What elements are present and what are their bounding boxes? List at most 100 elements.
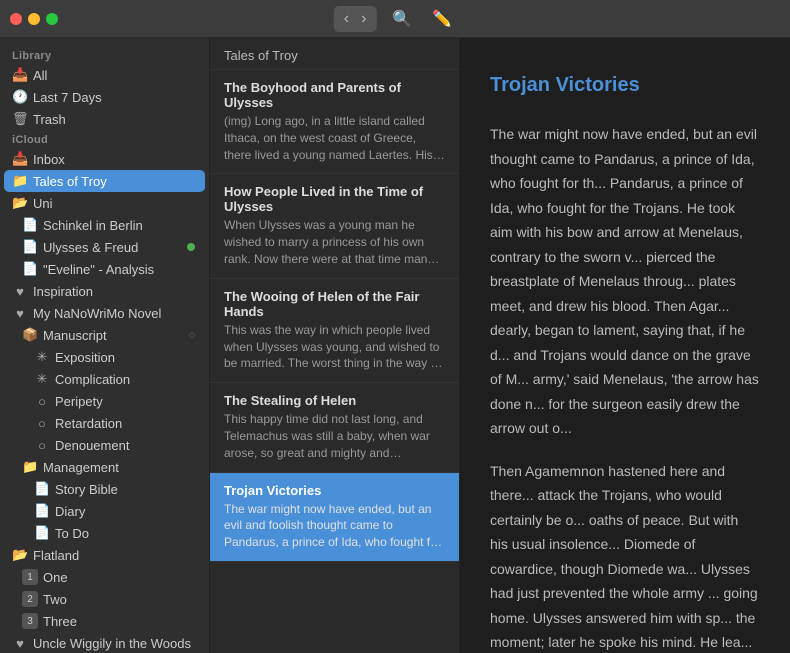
doc-item-stealing[interactable]: The Stealing of Helen This happy time di… [210,383,459,472]
sidebar-item-label: Manuscript [43,328,107,343]
sidebar-item-label: Uncle Wiggily in the Woods [33,636,191,651]
doc-title: How People Lived in the Time of Ulysses [224,184,445,214]
sidebar-item-todo[interactable]: 📄 To Do [4,522,205,544]
sidebar: Library 📥 All 🕐 Last 7 Days 🗑 Trash iClo… [0,38,210,653]
sidebar-item-peripety[interactable]: ○ Peripety [4,390,205,412]
titlebar: ‹ › 🔍 ✏️ [0,0,790,38]
heart-icon: ♥ [12,284,28,299]
sidebar-item-ulysses[interactable]: 📄 Ulysses & Freud [4,236,205,258]
forward-button[interactable]: › [357,8,370,30]
inbox-icon: 📥 [12,67,28,83]
sidebar-item-nanowrimo[interactable]: ♥ My NaNoWriMo Novel [4,302,205,324]
content-title: Trojan Victories [490,68,760,102]
sidebar-item-label: Tales of Troy [33,174,107,189]
heart-icon: ♥ [12,636,28,651]
minimize-button[interactable] [28,13,40,25]
sidebar-item-label: Uni [33,196,53,211]
compose-button[interactable]: ✏️ [428,7,456,31]
folder-icon: 📂 [12,547,28,563]
sidebar-item-three[interactable]: 3 Three [4,610,205,632]
doc-icon: 📄 [34,525,50,541]
content-panel: Trojan Victories The war might now have … [460,38,790,653]
doc-title: The Stealing of Helen [224,393,445,408]
sun-icon: ✳ [34,371,50,387]
sidebar-item-label: Peripety [55,394,103,409]
sidebar-item-label: Denouement [55,438,129,453]
sidebar-item-label: Management [43,460,119,475]
num-badge: 3 [22,613,38,629]
sidebar-item-label: Exposition [55,350,115,365]
toolbar-group: ‹ › [334,6,377,32]
doc-preview: This happy time did not last long, and T… [224,411,445,461]
circle-icon: ○ [34,438,50,453]
sidebar-item-label: Complication [55,372,130,387]
content-paragraph-2: Then Agamemnon hastened here and there..… [490,459,760,653]
sun-icon: ✳ [34,349,50,365]
package-icon: 📦 [22,327,38,343]
heart-icon: ♥ [12,306,28,321]
doc-title: The Boyhood and Parents of Ulysses [224,80,445,110]
sidebar-item-management[interactable]: 📁 Management [4,456,205,478]
back-button[interactable]: ‹ [340,8,353,30]
sidebar-item-label: Story Bible [55,482,118,497]
clock-icon: 🕐 [12,89,28,105]
doc-icon: 📄 [34,481,50,497]
doc-icon: 📄 [22,261,38,277]
sidebar-item-label: Inbox [33,152,65,167]
doc-icon: 📄 [22,239,38,255]
close-button[interactable] [10,13,22,25]
doc-preview: (img) Long ago, in a little island calle… [224,113,445,163]
inbox-icon: 📥 [12,151,28,167]
sidebar-item-schinkel[interactable]: 📄 Schinkel in Berlin [4,214,205,236]
sidebar-item-complication[interactable]: ✳ Complication [4,368,205,390]
middle-panel: Tales of Troy The Boyhood and Parents of… [210,38,460,653]
circle-icon: ○ [34,394,50,409]
content-body: The war might now have ended, but an evi… [490,122,760,653]
sidebar-item-retardation[interactable]: ○ Retardation [4,412,205,434]
sidebar-item-manuscript[interactable]: 📦 Manuscript ◌ [4,324,205,346]
sidebar-item-denouement[interactable]: ○ Denouement [4,434,205,456]
doc-preview: This was the way in which people lived w… [224,322,445,372]
doc-icon: 📄 [34,503,50,519]
sidebar-item-label: Retardation [55,416,122,431]
sidebar-item-inbox[interactable]: 📥 Inbox [4,148,205,170]
sidebar-item-flatland[interactable]: 📂 Flatland [4,544,205,566]
doc-item-boyhood[interactable]: The Boyhood and Parents of Ulysses (img)… [210,70,459,174]
sidebar-item-trash[interactable]: 🗑 Trash [4,108,205,130]
doc-item-wooing[interactable]: The Wooing of Helen of the Fair Hands Th… [210,279,459,383]
sidebar-item-diary[interactable]: 📄 Diary [4,500,205,522]
sidebar-item-exposition[interactable]: ✳ Exposition [4,346,205,368]
doc-title: Trojan Victories [224,483,445,498]
sidebar-item-label: Last 7 Days [33,90,102,105]
sidebar-item-label: All [33,68,47,83]
sidebar-item-one[interactable]: 1 One [4,566,205,588]
sidebar-item-inspiration[interactable]: ♥ Inspiration [4,280,205,302]
titlebar-center: ‹ › 🔍 ✏️ [334,6,457,32]
sidebar-item-two[interactable]: 2 Two [4,588,205,610]
doc-preview: When Ulysses was a young man he wished t… [224,217,445,267]
sidebar-item-label: Schinkel in Berlin [43,218,143,233]
maximize-button[interactable] [46,13,58,25]
sidebar-item-tales[interactable]: 📁 Tales of Troy [4,170,205,192]
main-layout: Library 📥 All 🕐 Last 7 Days 🗑 Trash iClo… [0,38,790,653]
folder-icon: 📂 [12,195,28,211]
sidebar-item-all[interactable]: 📥 All [4,64,205,86]
doc-item-how-people[interactable]: How People Lived in the Time of Ulysses … [210,174,459,278]
sidebar-item-label: One [43,570,68,585]
num-badge: 1 [22,569,38,585]
search-button[interactable]: 🔍 [388,7,416,31]
middle-header: Tales of Troy [210,38,459,70]
sidebar-item-label: Three [43,614,77,629]
sidebar-item-uncle-wiggily[interactable]: ♥ Uncle Wiggily in the Woods [4,632,205,653]
sidebar-item-eveline[interactable]: 📄 "Eveline" - Analysis [4,258,205,280]
library-section-label: Library [0,46,209,64]
icloud-section-label: iCloud [0,130,209,148]
sidebar-item-last7[interactable]: 🕐 Last 7 Days [4,86,205,108]
doc-item-trojan[interactable]: Trojan Victories The war might now have … [210,473,459,562]
sidebar-item-label: Two [43,592,67,607]
sidebar-item-uni[interactable]: 📂 Uni [4,192,205,214]
sidebar-item-label: Diary [55,504,85,519]
sidebar-item-label: My NaNoWriMo Novel [33,306,161,321]
sidebar-item-storybible[interactable]: 📄 Story Bible [4,478,205,500]
sidebar-item-label: "Eveline" - Analysis [43,262,154,277]
